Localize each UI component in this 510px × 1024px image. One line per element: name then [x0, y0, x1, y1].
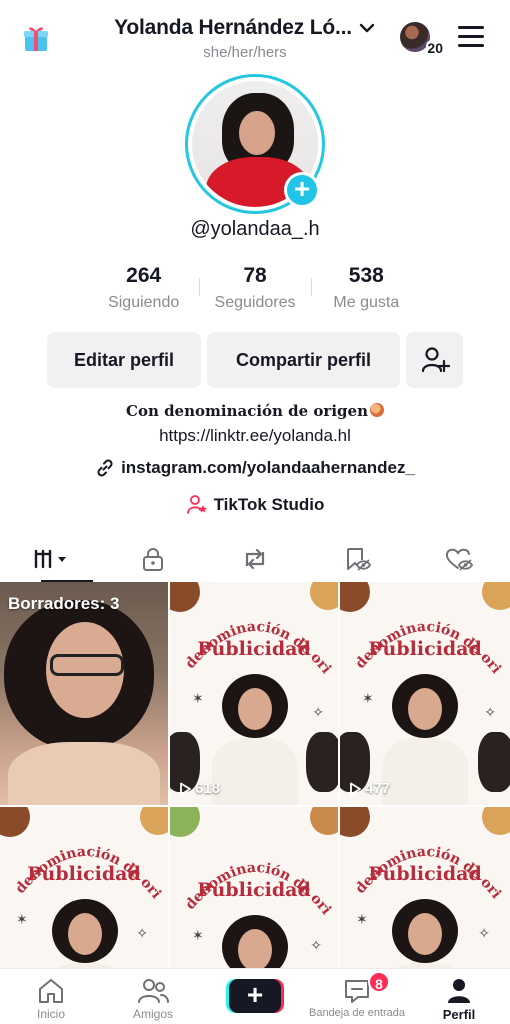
profile-tabs — [0, 536, 510, 582]
heart-eye-icon — [445, 548, 474, 571]
stat-following-value: 264 — [126, 264, 162, 287]
tiktok-studio-label[interactable]: TikTok Studio — [214, 495, 325, 515]
create-plus-button[interactable]: + — [229, 979, 281, 1013]
menu-icon[interactable] — [458, 26, 484, 48]
gift-icon[interactable] — [20, 22, 52, 54]
lock-icon — [143, 548, 163, 571]
stat-following-label: Siguiendo — [108, 294, 180, 311]
username-handle: @yolandaa_.h — [190, 218, 320, 240]
promo-title: Publicidad — [197, 879, 311, 901]
chevron-down-icon[interactable] — [358, 19, 376, 37]
video-tile[interactable]: Con denominación de origen Publicidad ✶ … — [0, 807, 168, 968]
add-user-icon — [421, 347, 450, 373]
grid-columns-icon — [34, 549, 66, 569]
promo-title: Publicidad — [368, 863, 482, 885]
video-tile[interactable]: Con denominación de origen Publicidad ✶ … — [340, 582, 510, 805]
profile-person-icon — [448, 979, 470, 1003]
add-story-plus-icon[interactable]: + — [284, 172, 320, 208]
nav-friends[interactable]: Amigos — [102, 969, 204, 1024]
friends-icon — [138, 979, 169, 1003]
edit-profile-button[interactable]: Editar perfil — [47, 332, 201, 388]
video-tile[interactable]: Con denominación de origen Publicidad ✶ … — [170, 582, 338, 805]
svg-text:Con denominación de origen: Con denominación de origen — [176, 596, 334, 677]
svg-text:Con denominación de origen: Con denominación de origen — [176, 837, 334, 918]
view-count: 618 — [178, 780, 220, 797]
tab-private[interactable] — [102, 536, 204, 582]
bookmark-eye-icon — [347, 548, 371, 571]
profile-stats: 264 Siguiendo 78 Seguidores 538 Me gusta — [88, 264, 422, 312]
stat-followers[interactable]: 78 Seguidores — [199, 264, 310, 312]
svg-text:Con denominación de origen: Con denominación de origen — [346, 596, 504, 677]
nav-inbox[interactable]: 8 Bandeja de entrada — [306, 969, 408, 1024]
view-count: 477 — [348, 780, 390, 797]
stat-followers-value: 78 — [243, 264, 267, 287]
bio-text: Con denominación de origen — [0, 402, 510, 420]
drafts-label: Borradores: 3 — [8, 594, 120, 613]
view-count-value: 477 — [365, 780, 391, 797]
profile-link[interactable]: instagram.com/yolandaahernandez_ — [0, 458, 510, 478]
svg-text:Con denominación de origen: Con denominación de origen — [6, 821, 164, 902]
play-icon — [350, 782, 361, 795]
profile-name[interactable]: Yolanda Hernández Ló... — [114, 16, 352, 40]
nav-home-label: Inicio — [36, 1007, 65, 1021]
promo-title: Publicidad — [368, 638, 482, 660]
nav-profile[interactable]: Perfil — [408, 969, 510, 1024]
stat-likes[interactable]: 538 Me gusta — [310, 264, 422, 312]
promo-title: Publicidad — [27, 863, 141, 885]
video-tile[interactable]: Con denominación de origen Publicidad ✶ … — [340, 807, 510, 968]
nav-inbox-label: Bandeja de entrada — [308, 1007, 406, 1019]
home-icon — [39, 979, 63, 1003]
tiktok-studio-link[interactable]: TikTok Studio — [0, 494, 510, 516]
inbox-badge: 8 — [368, 971, 390, 993]
profile-header: Yolanda Hernández Ló... she/her/hers 20 — [0, 0, 510, 70]
bio-link-text[interactable]: https://linktr.ee/yolanda.hl — [0, 426, 510, 446]
stat-likes-value: 538 — [348, 264, 384, 287]
repost-icon — [245, 548, 265, 570]
add-friend-button[interactable] — [406, 332, 463, 388]
tab-videos[interactable] — [0, 536, 102, 582]
account-count: 20 — [426, 40, 444, 56]
tab-reposts[interactable] — [204, 536, 306, 582]
profile-link-text[interactable]: instagram.com/yolandaahernandez_ — [121, 458, 415, 478]
stat-following[interactable]: 264 Siguiendo — [88, 264, 199, 312]
nav-home[interactable]: Inicio — [0, 969, 102, 1024]
stat-likes-label: Me gusta — [333, 294, 400, 311]
studio-person-star-icon — [186, 495, 207, 514]
drafts-tile[interactable]: Borradores: 3 — [0, 582, 168, 805]
tab-favorites[interactable] — [306, 536, 408, 582]
ham-emoji-icon — [369, 403, 384, 417]
tab-liked[interactable] — [408, 536, 510, 582]
play-icon — [180, 782, 191, 795]
nav-create[interactable]: + — [204, 969, 306, 1024]
share-profile-button[interactable]: Compartir perfil — [207, 332, 400, 388]
nav-profile-label: Perfil — [442, 1007, 476, 1022]
promo-title: Publicidad — [197, 638, 311, 660]
video-grid: Borradores: 3 Con denominación de origen… — [0, 582, 510, 968]
nav-friends-label: Amigos — [132, 1007, 173, 1021]
svg-text:Con denominación de origen: Con denominación de origen — [346, 821, 504, 902]
bio-line: Con denominación de origen — [126, 402, 368, 420]
view-count-value: 618 — [195, 780, 221, 797]
link-icon — [97, 459, 113, 477]
account-title[interactable]: Yolanda Hernández Ló... she/her/hers — [100, 16, 390, 61]
bottom-navigation: Inicio Amigos + 8 Bandeja de entrada Per… — [0, 968, 510, 1024]
video-tile[interactable]: Con denominación de origen Publicidad ✶ … — [170, 807, 338, 968]
stat-followers-label: Seguidores — [214, 294, 296, 311]
account-switcher[interactable]: 20 — [400, 22, 444, 56]
pronouns: she/her/hers — [203, 44, 287, 61]
